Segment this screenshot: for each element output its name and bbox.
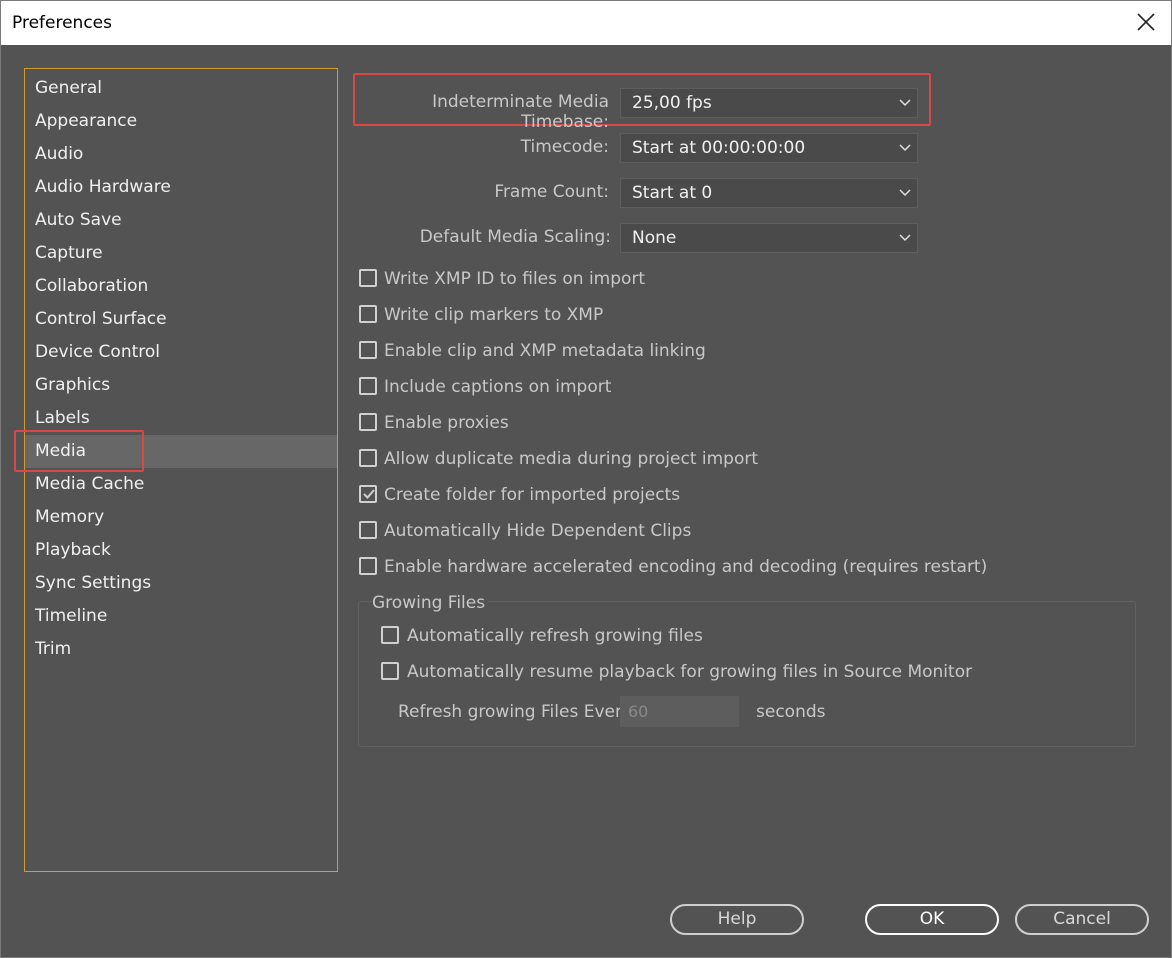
write-clip-markers-checkbox[interactable] [359,305,377,323]
sidebar-item-device-control[interactable]: Device Control [25,336,337,369]
write-clip-markers-label: Write clip markers to XMP [384,305,604,325]
timecode-label: Timecode: [520,137,609,157]
auto-refresh-checkbox[interactable] [381,626,399,644]
preferences-dialog: Preferences General Appearance Audio Aud… [0,0,1172,958]
enable-proxies-checkbox[interactable] [359,413,377,431]
hide-dependent-clips-checkbox[interactable] [359,521,377,539]
allow-duplicate-media-label: Allow duplicate media during project imp… [384,449,759,469]
hardware-encoding-label: Enable hardware accelerated encoding and… [384,557,988,577]
include-captions-checkbox[interactable] [359,377,377,395]
sidebar-item-auto-save[interactable]: Auto Save [25,204,337,237]
sidebar-item-general[interactable]: General [25,72,337,105]
timecode-dropdown[interactable]: Start at 00:00:00:00 [620,133,918,163]
sidebar-item-capture[interactable]: Capture [25,237,337,270]
refresh-interval-unit: seconds [756,702,826,722]
auto-resume-checkbox[interactable] [381,662,399,680]
frame-count-value: Start at 0 [632,183,713,203]
chevron-down-icon [899,99,911,107]
hide-dependent-clips-label: Automatically Hide Dependent Clips [384,521,692,541]
media-scaling-label: Default Media Scaling: [419,227,611,247]
selection-highlight-box [14,430,144,472]
timecode-value: Start at 00:00:00:00 [632,138,806,158]
timebase-dropdown[interactable]: 25,00 fps [620,88,918,118]
refresh-interval-label: Refresh growing Files Every [398,702,633,722]
sidebar-item-graphics[interactable]: Graphics [25,369,337,402]
checkmark-icon [363,489,375,499]
write-xmp-id-label: Write XMP ID to files on import [384,269,646,289]
sidebar-item-collaboration[interactable]: Collaboration [25,270,337,303]
chevron-down-icon [899,189,911,197]
title-bar: Preferences [1,1,1171,45]
help-button[interactable]: Help [670,904,804,935]
metadata-linking-checkbox[interactable] [359,341,377,359]
timebase-label: Indeterminate Media Timebase: [432,92,609,132]
chevron-down-icon [899,234,911,242]
hardware-encoding-checkbox[interactable] [359,557,377,575]
auto-resume-label: Automatically resume playback for growin… [407,662,973,682]
ok-button[interactable]: OK [865,904,999,935]
sidebar-item-audio-hardware[interactable]: Audio Hardware [25,171,337,204]
cancel-button[interactable]: Cancel [1015,904,1149,935]
close-icon[interactable] [1135,11,1157,33]
create-folder-label: Create folder for imported projects [384,485,681,505]
include-captions-label: Include captions on import [384,377,612,397]
sidebar-item-sync-settings[interactable]: Sync Settings [25,567,337,600]
sidebar-item-playback[interactable]: Playback [25,534,337,567]
sidebar-item-trim[interactable]: Trim [25,633,337,666]
frame-count-dropdown[interactable]: Start at 0 [620,178,918,208]
sidebar-item-memory[interactable]: Memory [25,501,337,534]
create-folder-checkbox[interactable] [359,485,377,503]
enable-proxies-label: Enable proxies [384,413,509,433]
sidebar-item-audio[interactable]: Audio [25,138,337,171]
growing-files-title: Growing Files [372,593,489,613]
sidebar-item-appearance[interactable]: Appearance [25,105,337,138]
sidebar-item-media-cache[interactable]: Media Cache [25,468,337,501]
media-scaling-dropdown[interactable]: None [620,223,918,253]
frame-count-label: Frame Count: [494,182,609,202]
sidebar-item-media[interactable]: Media [14,430,337,472]
sidebar-item-timeline[interactable]: Timeline [25,600,337,633]
dialog-title: Preferences [12,13,112,33]
refresh-interval-input[interactable]: 60 [620,696,739,727]
timebase-value: 25,00 fps [632,93,712,113]
sidebar-item-control-surface[interactable]: Control Surface [25,303,337,336]
media-scaling-value: None [632,228,677,248]
auto-refresh-label: Automatically refresh growing files [407,626,703,646]
allow-duplicate-media-checkbox[interactable] [359,449,377,467]
write-xmp-id-checkbox[interactable] [359,269,377,287]
chevron-down-icon [899,144,911,152]
metadata-linking-label: Enable clip and XMP metadata linking [384,341,706,361]
preferences-sidebar: General Appearance Audio Audio Hardware … [14,68,338,872]
